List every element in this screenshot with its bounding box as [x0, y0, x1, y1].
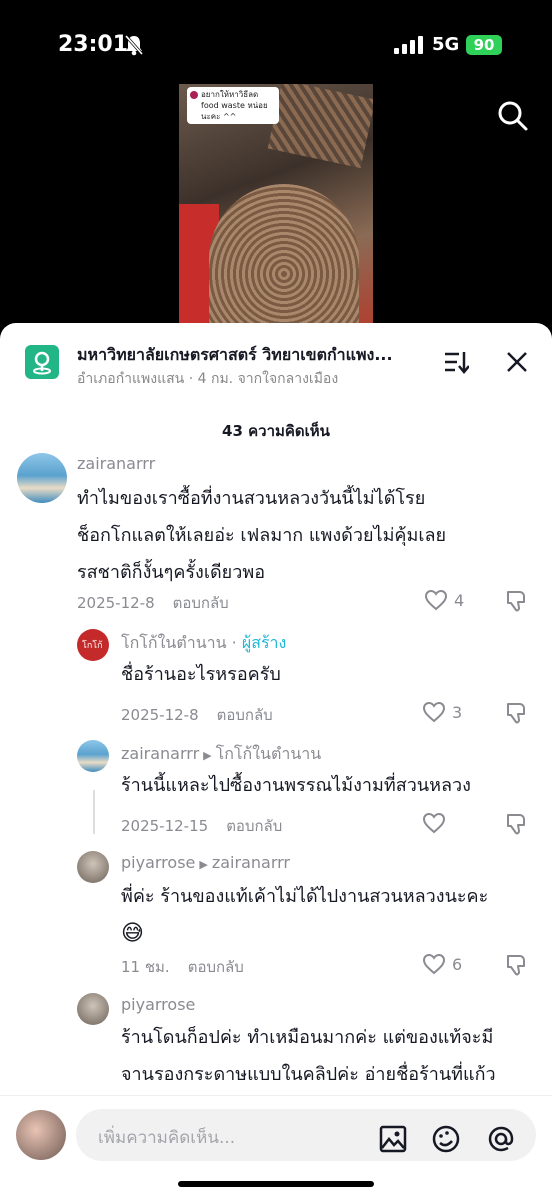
video-pile-shape: [209, 184, 359, 326]
home-indicator: [178, 1181, 374, 1187]
comment-meta: 11 ชม. ตอบกลับ: [121, 955, 244, 979]
like-button[interactable]: 4: [424, 589, 464, 611]
location-pin-icon: [25, 345, 59, 379]
video-caption-text: อยากให้หาวิธีลด food waste หน่อยนะคะ ^^: [201, 90, 268, 121]
comment-meta: 2025-12-8 ตอบกลับ: [121, 703, 273, 727]
reply-button[interactable]: ตอบกลับ: [226, 817, 282, 835]
comment-username[interactable]: zairanarrr: [77, 454, 155, 473]
comment-meta: 2025-12-15 ตอบกลับ: [121, 814, 282, 838]
reply-button[interactable]: ตอบกลับ: [217, 706, 273, 724]
dislike-icon[interactable]: [504, 953, 528, 981]
avatar[interactable]: [77, 993, 109, 1025]
avatar[interactable]: [17, 453, 67, 503]
comment-date: 2025-12-8: [77, 594, 155, 612]
comment-text: ชื่อร้านอะไรหรอครับ: [121, 664, 281, 685]
heart-icon: [422, 812, 446, 834]
my-avatar[interactable]: [16, 1110, 66, 1160]
battery-indicator: 90: [466, 35, 502, 55]
reply-to-user: โกโก้ในตำนาน: [215, 744, 322, 763]
heart-icon: [424, 589, 448, 611]
like-count: 6: [452, 954, 463, 974]
comment-username[interactable]: zairanarrr ▶ โกโก้ในตำนาน: [121, 742, 321, 767]
like-count: 3: [452, 702, 463, 722]
avatar[interactable]: [77, 851, 109, 883]
heart-icon: [422, 953, 446, 975]
comment-date: 2025-12-15: [121, 817, 209, 835]
comment-count: 43 ความคิดเห็น: [222, 422, 330, 440]
comment-date: 11 ชม.: [121, 958, 170, 976]
comment-username[interactable]: piyarrose: [121, 995, 195, 1014]
comment-input-placeholder: เพิ่มความคิดเห็น...: [98, 1128, 236, 1148]
sort-icon[interactable]: [443, 350, 470, 378]
video-thumbnail[interactable]: อยากให้หาวิธีลด food waste หน่อยนะคะ ^^: [179, 84, 373, 326]
silent-bell-icon: [124, 34, 144, 60]
mention-icon[interactable]: [486, 1124, 516, 1159]
thread-line: [93, 790, 95, 834]
location-subtitle: อำเภอกำแพงแสน · 4 กม. จากใจกลางเมือง: [77, 371, 339, 387]
comment-date: 2025-12-8: [121, 706, 199, 724]
comment-input-bar: เพิ่มความคิดเห็น...: [0, 1095, 552, 1200]
close-icon[interactable]: [505, 350, 529, 378]
dislike-icon[interactable]: [504, 589, 528, 617]
creator-badge: ผู้สร้าง: [241, 633, 287, 652]
like-button[interactable]: 6: [422, 953, 462, 975]
comment-input[interactable]: เพิ่มความคิดเห็น...: [76, 1109, 536, 1161]
like-button[interactable]: 3: [422, 701, 462, 723]
comment-text: พี่ค่ะ ร้านของแท้เค้าไม่ได้ไปงานสวนหลวงน…: [121, 886, 489, 946]
dislike-icon[interactable]: [504, 701, 528, 729]
video-grater-shape: [267, 84, 373, 169]
reply-to-user: zairanarrr: [211, 853, 290, 872]
heart-icon: [422, 701, 446, 723]
comment-username[interactable]: piyarrose ▶ zairanarrr: [121, 853, 290, 872]
comment-meta: 2025-12-8 ตอบกลับ: [77, 591, 229, 615]
search-icon[interactable]: [497, 100, 529, 136]
emoji-icon[interactable]: [431, 1124, 461, 1159]
signal-icon: [394, 36, 424, 58]
comment-text: ร้านนี้แหละไปซื้องานพรรณไม้งามที่สวนหลวง: [121, 775, 471, 796]
video-caption: อยากให้หาวิธีลด food waste หน่อยนะคะ ^^: [187, 87, 279, 124]
like-button[interactable]: [422, 812, 446, 834]
comment-text: ร้านโดนก็อปค่ะ ทำเหมือนมากค่ะ แต่ของแท้จ…: [121, 1027, 496, 1085]
network-type: 5G: [432, 34, 460, 55]
like-count: 4: [454, 590, 465, 610]
caption-avatar-icon: [190, 91, 198, 99]
reply-button[interactable]: ตอบกลับ: [188, 958, 244, 976]
avatar[interactable]: โกโก้: [77, 629, 109, 661]
location-title[interactable]: มหาวิทยาลัยเกษตรศาสตร์ วิทยาเขตกำแพง...: [77, 343, 422, 368]
dislike-icon[interactable]: [504, 812, 528, 840]
avatar[interactable]: [77, 740, 109, 772]
status-bar: 23:01 5G 90: [0, 0, 552, 90]
comment-text: ทำไมของเราซื้อที่งานสวนหลวงวันนี้ไม่ได้โ…: [77, 488, 447, 583]
comment-username[interactable]: โกโก้ในตำนาน · ผู้สร้าง: [121, 631, 286, 656]
reply-button[interactable]: ตอบกลับ: [173, 594, 229, 612]
status-time: 23:01: [58, 32, 129, 57]
image-icon[interactable]: [378, 1124, 408, 1159]
